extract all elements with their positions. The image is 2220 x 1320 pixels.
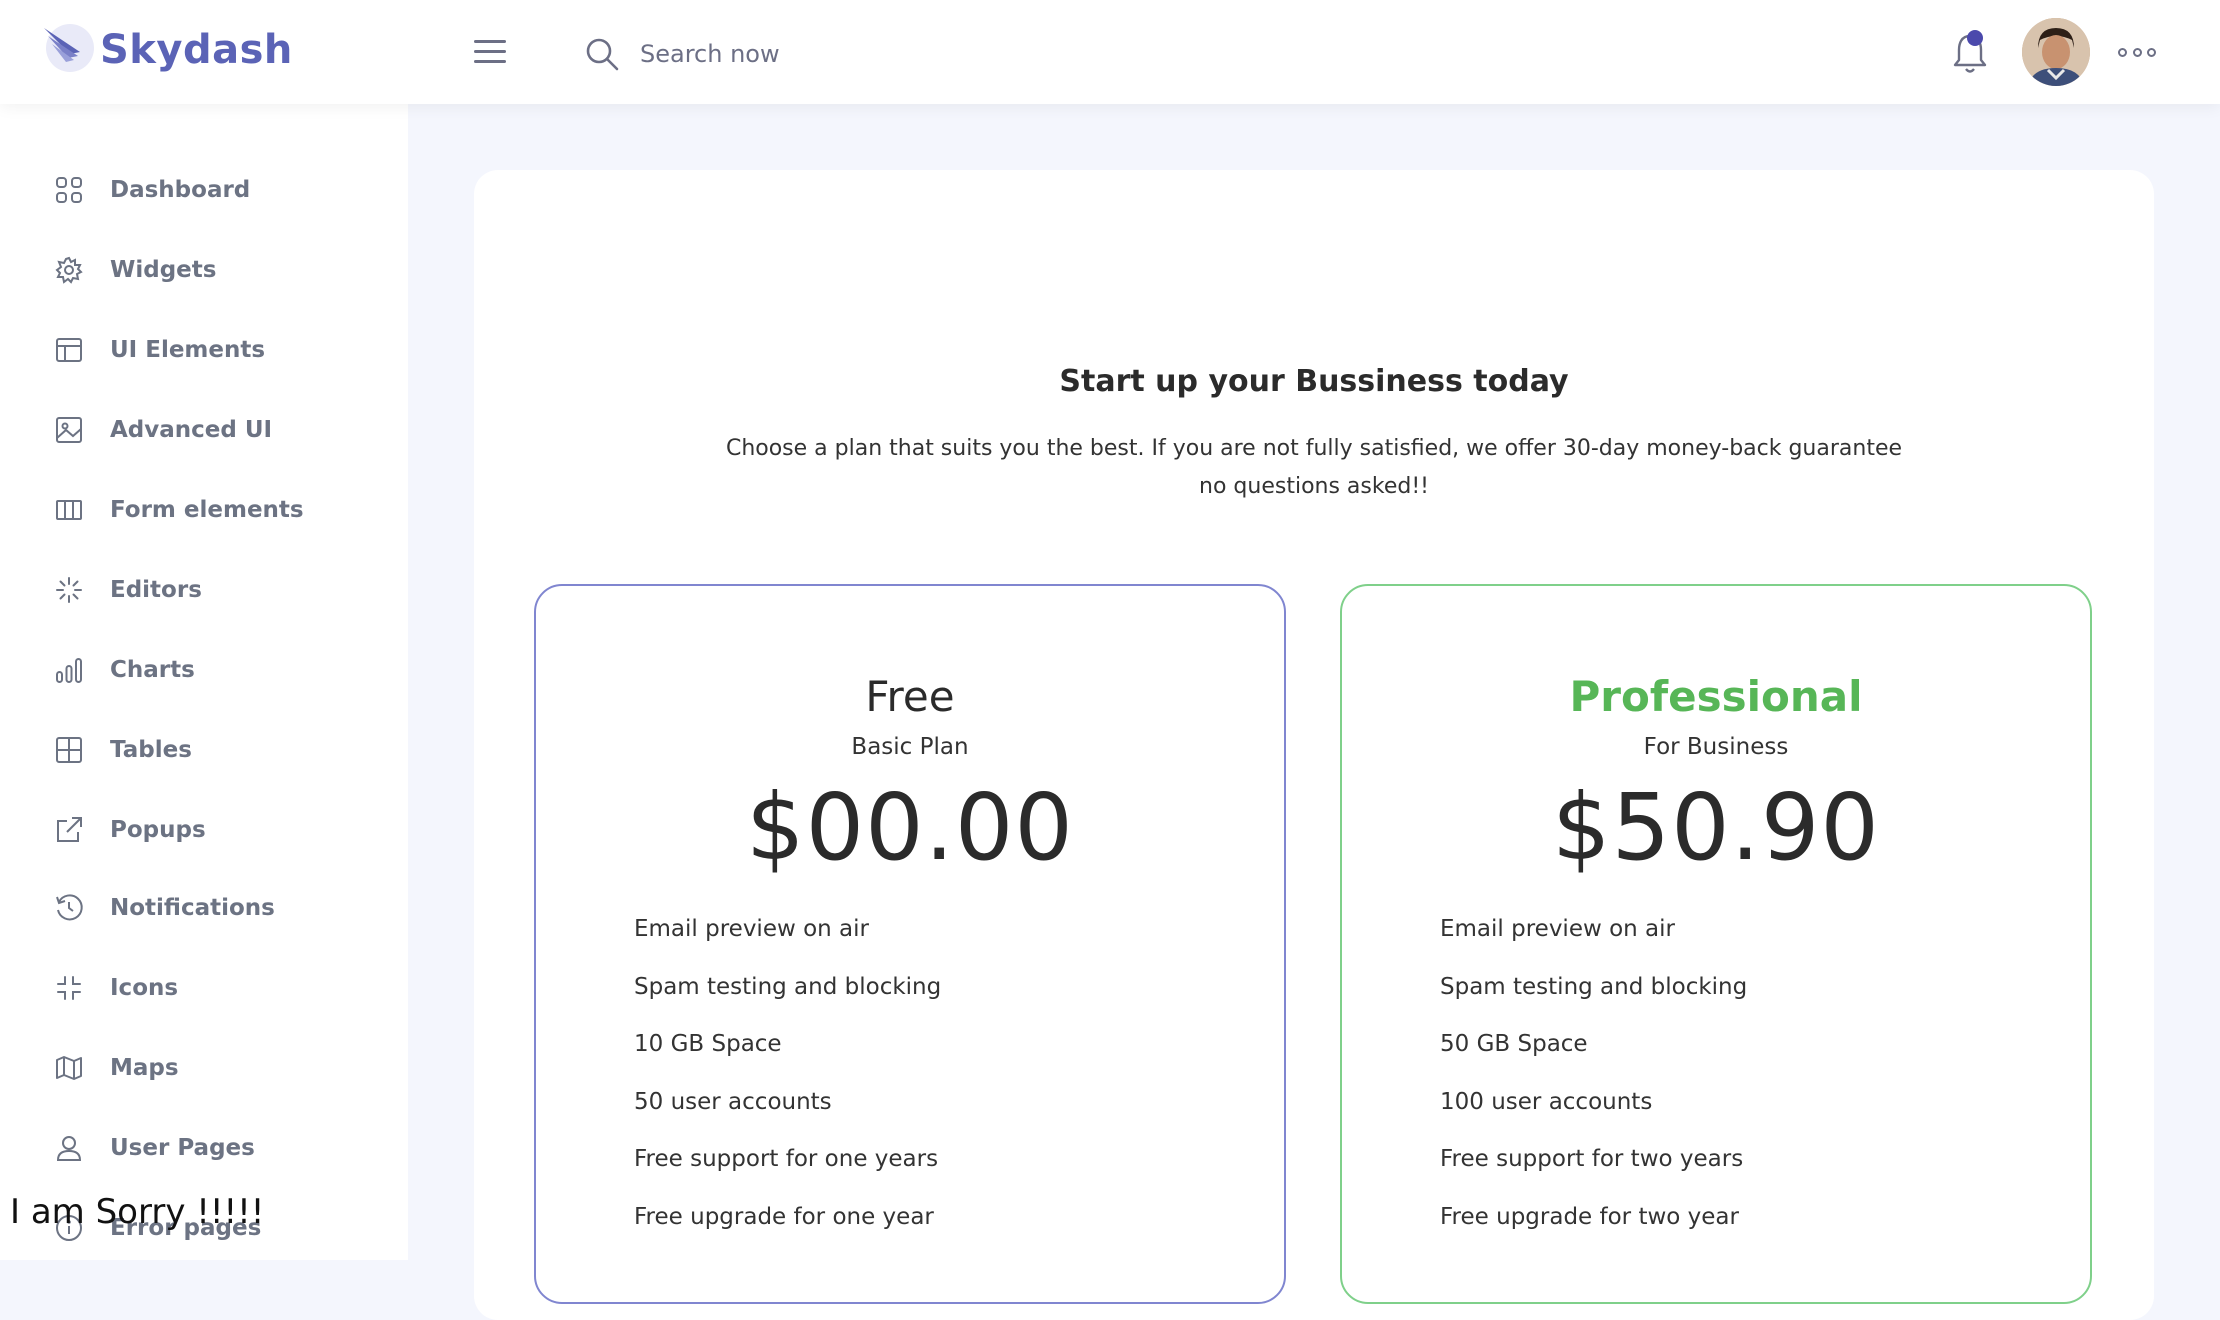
user-icon: [54, 1133, 84, 1163]
feature-list: Email preview on air Spam testing and bl…: [1440, 916, 1747, 1261]
sidebar-item-label: Widgets: [110, 257, 217, 283]
feature-item: Spam testing and blocking: [1440, 973, 1748, 1000]
table-icon: [54, 735, 84, 765]
shrink-icon: [54, 973, 84, 1003]
pricing-subline: Choose a plan that suits you the best. I…: [725, 436, 1903, 499]
sidebar-item-editors[interactable]: Editors: [54, 562, 384, 618]
avatar[interactable]: [2022, 18, 2090, 86]
history-icon: [54, 893, 84, 923]
feature-item: Free support for one years: [634, 1146, 939, 1172]
sidebar-item-label: Charts: [110, 657, 195, 683]
search-icon[interactable]: [584, 36, 620, 72]
bar-chart-icon: [54, 655, 84, 685]
plan-price: $50.90: [1552, 774, 1880, 881]
sidebar-item-label: Editors: [110, 577, 202, 603]
sidebar-item-label: User Pages: [110, 1135, 255, 1161]
plan-name: Professional: [1569, 672, 1863, 721]
feature-list: Email preview on air Spam testing and bl…: [634, 916, 941, 1261]
plan-price: $00.00: [746, 774, 1074, 881]
sidebar-item-label: Icons: [110, 975, 179, 1001]
search-bar: [584, 32, 942, 76]
pricing-headline: Start up your Bussiness today: [1059, 364, 1569, 399]
gear-icon: [54, 255, 84, 285]
sidebar-item-widgets[interactable]: Widgets: [54, 242, 384, 298]
brand-logo[interactable]: Skydash: [40, 22, 293, 78]
plan-card-free[interactable]: Free Basic Plan $00.00 Email preview on …: [534, 584, 1286, 1304]
sidebar-item-advanced-ui[interactable]: Advanced UI: [54, 402, 384, 458]
sidebar-item-label: UI Elements: [110, 337, 266, 363]
top-navbar: Skydash: [0, 0, 2220, 104]
sidebar-item-charts[interactable]: Charts: [54, 642, 384, 698]
loader-icon: [54, 575, 84, 605]
sidebar-item-label: Form elements: [110, 497, 304, 523]
sidebar-item-popups[interactable]: Popups: [54, 802, 384, 858]
feature-item: Free support for two years: [1440, 1146, 1744, 1172]
overlay-message: I am Sorry !!!!!: [10, 1192, 265, 1232]
menu-toggle-icon[interactable]: [474, 40, 506, 68]
plan-name: Free: [865, 672, 955, 721]
sidebar-item-ui-elements[interactable]: UI Elements: [54, 322, 384, 378]
brand-name: Skydash: [100, 27, 293, 73]
sidebar-item-label: Maps: [110, 1055, 179, 1081]
sidebar-item-label: Advanced UI: [110, 417, 273, 443]
external-link-icon: [54, 815, 84, 845]
sidebar-item-user-pages[interactable]: User Pages: [54, 1120, 384, 1176]
sidebar-item-tables[interactable]: Tables: [54, 722, 384, 778]
sidebar: Dashboard Widgets UI Elements Advanced U…: [0, 104, 408, 1260]
layout-icon: [54, 335, 84, 365]
notification-dot: [1967, 30, 1983, 46]
plan-subtitle: Basic Plan: [851, 734, 969, 760]
sidebar-item-maps[interactable]: Maps: [54, 1040, 384, 1096]
map-icon: [54, 1053, 84, 1083]
sidebar-item-label: Tables: [110, 737, 192, 763]
feature-item: Email preview on air: [634, 916, 869, 942]
feature-item: 10 GB Space: [634, 1031, 782, 1057]
image-icon: [54, 415, 84, 445]
feature-item: 50 GB Space: [1440, 1031, 1588, 1057]
grid-icon: [54, 175, 84, 205]
plan-subtitle: For Business: [1643, 734, 1789, 760]
sidebar-item-notifications[interactable]: Notifications: [54, 880, 384, 936]
sidebar-item-label: Popups: [110, 817, 206, 843]
search-input[interactable]: [638, 39, 942, 69]
sidebar-item-label: Dashboard: [110, 177, 251, 203]
plan-card-professional[interactable]: Professional For Business $50.90 Email p…: [1340, 584, 2092, 1304]
sidebar-item-form-elements[interactable]: Form elements: [54, 482, 384, 538]
more-options-icon[interactable]: [2118, 40, 2156, 64]
feature-item: Free upgrade for one year: [634, 1203, 934, 1230]
feature-item: 100 user accounts: [1440, 1088, 1653, 1115]
feature-item: 50 user accounts: [634, 1088, 832, 1115]
columns-icon: [54, 495, 84, 525]
sidebar-item-icons[interactable]: Icons: [54, 960, 384, 1016]
sidebar-item-label: Notifications: [110, 895, 275, 921]
feature-item: Email preview on air: [1440, 916, 1675, 942]
feature-item: Free upgrade for two year: [1440, 1203, 1739, 1230]
wing-logo-icon: [44, 24, 94, 72]
feature-item: Spam testing and blocking: [634, 973, 942, 1000]
sidebar-item-dashboard[interactable]: Dashboard: [54, 162, 384, 218]
